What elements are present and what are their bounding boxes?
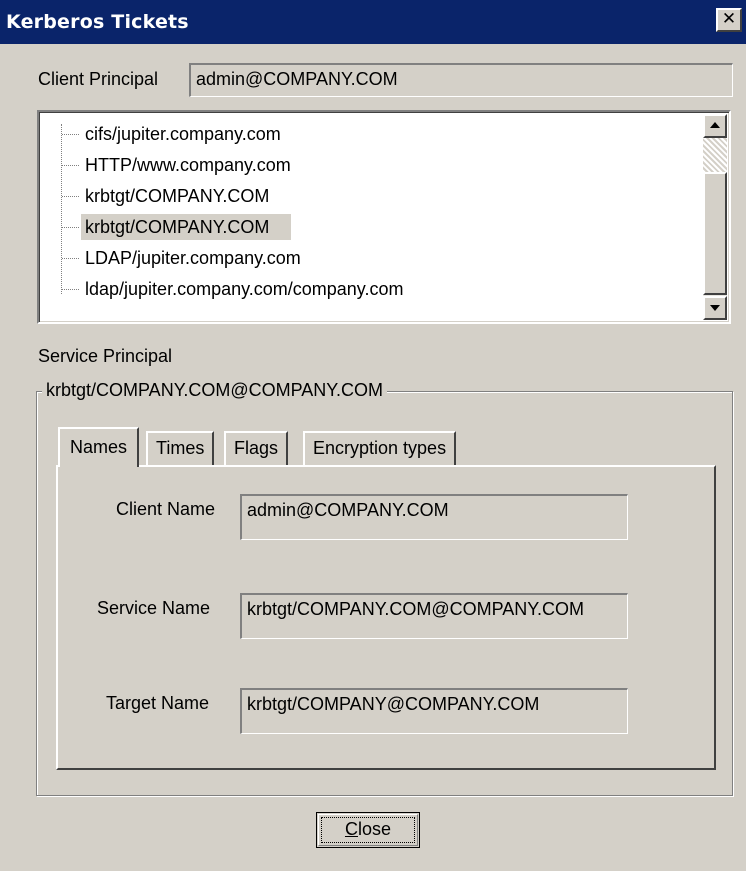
service-name-label: Service Name <box>97 598 211 618</box>
ticket-item[interactable]: ldap/jupiter.company.com/company.com <box>61 276 407 302</box>
target-name-field: krbtgt/COMPANY@COMPANY.COM <box>240 688 628 734</box>
tree-scrollbar[interactable] <box>703 114 727 320</box>
scroll-track[interactable] <box>703 138 727 172</box>
scroll-thumb[interactable] <box>703 172 727 295</box>
kerberos-tickets-window: Kerberos Tickets ✕ Client Principal admi… <box>0 0 746 871</box>
title-bar[interactable]: Kerberos Tickets ✕ <box>0 0 746 44</box>
tab-times[interactable]: Times <box>146 431 215 465</box>
window-title: Kerberos Tickets <box>6 11 189 33</box>
target-name-label: Target Name <box>106 693 210 713</box>
ticket-item[interactable]: HTTP/www.company.com <box>61 152 295 178</box>
scroll-up-button[interactable] <box>703 114 727 138</box>
ticket-item[interactable]: LDAP/jupiter.company.com <box>61 245 305 271</box>
client-name-field: admin@COMPANY.COM <box>240 494 628 540</box>
service-principal-group-title: krbtgt/COMPANY.COM@COMPANY.COM <box>42 380 387 401</box>
tab-flags[interactable]: Flags <box>224 431 289 465</box>
ticket-item[interactable]: krbtgt/COMPANY.COM <box>61 183 273 209</box>
service-principal-label: Service Principal <box>38 346 173 366</box>
tab-encryption-types[interactable]: Encryption types <box>303 431 457 465</box>
ticket-item-selected[interactable]: krbtgt/COMPANY.COM <box>61 214 292 240</box>
close-window-icon[interactable]: ✕ <box>716 8 742 32</box>
ticket-item[interactable]: cifs/jupiter.company.com <box>61 121 285 147</box>
service-name-field: krbtgt/COMPANY.COM@COMPANY.COM <box>240 593 628 639</box>
tab-names[interactable]: Names <box>58 427 140 467</box>
arrow-up-icon <box>710 122 720 128</box>
close-button[interactable]: Close <box>316 812 420 848</box>
arrow-down-icon <box>710 305 720 311</box>
scroll-down-button[interactable] <box>703 296 727 320</box>
client-principal-value: admin@COMPANY.COM <box>196 69 398 89</box>
ticket-tree[interactable]: cifs/jupiter.company.com HTTP/www.compan… <box>37 110 731 324</box>
client-principal-label: Client Principal <box>38 69 159 89</box>
client-principal-field: admin@COMPANY.COM <box>189 63 733 97</box>
close-button-label: Close <box>344 819 392 839</box>
client-name-label: Client Name <box>116 499 216 519</box>
